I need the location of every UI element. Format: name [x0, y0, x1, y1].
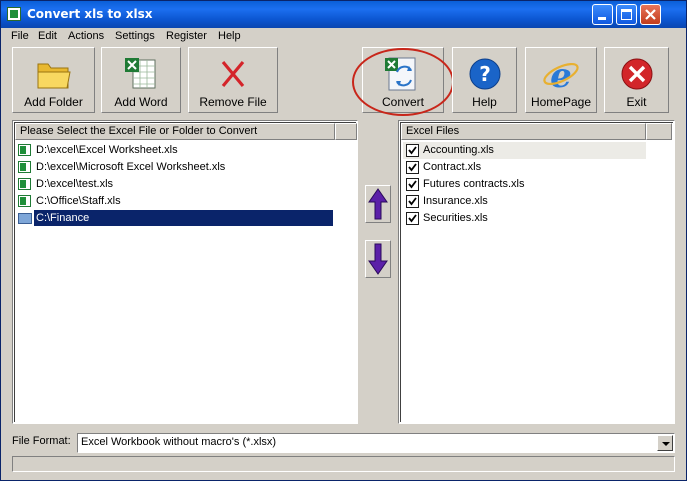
help-label: Help — [472, 95, 497, 109]
source-list-header-extra[interactable] — [335, 123, 357, 140]
add-word-label: Add Word — [114, 95, 168, 109]
internet-explorer-icon: e — [543, 56, 579, 94]
svg-text:e: e — [550, 56, 572, 94]
checkbox[interactable] — [406, 144, 419, 157]
menu-help[interactable]: Help — [218, 30, 241, 42]
checkbox[interactable] — [406, 212, 419, 225]
excel-file-icon — [18, 195, 31, 207]
help-button[interactable]: ? Help — [452, 47, 517, 113]
remove-file-label: Remove File — [199, 95, 267, 109]
move-up-button[interactable] — [365, 185, 391, 223]
check-icon — [408, 197, 417, 206]
arrow-down-icon — [368, 243, 388, 275]
list-item-selected[interactable]: C:\Finance — [17, 210, 333, 227]
excel-files-header[interactable]: Excel Files — [401, 123, 646, 140]
maximize-icon — [621, 9, 632, 20]
help-icon: ? — [469, 58, 500, 90]
minimize-button[interactable] — [592, 4, 613, 25]
excel-file-icon — [18, 144, 31, 156]
checkbox[interactable] — [406, 161, 419, 174]
menu-bar: File Edit Actions Settings Register Help — [1, 28, 686, 46]
source-list-header[interactable]: Please Select the Excel File or Folder t… — [15, 123, 335, 140]
menu-file[interactable]: File — [11, 30, 29, 42]
homepage-button[interactable]: e HomePage — [525, 47, 597, 113]
file-format-value: Excel Workbook without macro's (*.xlsx) — [81, 436, 277, 448]
list-item[interactable]: Accounting.xls — [403, 142, 646, 159]
excel-file-icon — [18, 178, 31, 190]
svg-text:?: ? — [479, 62, 491, 86]
excel-file-icon — [18, 161, 31, 173]
exit-icon — [621, 58, 652, 90]
app-icon — [7, 7, 21, 21]
menu-edit[interactable]: Edit — [38, 30, 57, 42]
exit-label: Exit — [626, 95, 647, 109]
title-bar[interactable]: Convert xls to xlsx — [1, 1, 686, 28]
close-button[interactable] — [640, 4, 661, 25]
arrow-up-icon — [368, 188, 388, 220]
check-icon — [408, 214, 417, 223]
chevron-down-icon[interactable] — [657, 435, 673, 451]
remove-x-icon — [221, 60, 245, 88]
check-icon — [408, 163, 417, 172]
remove-file-button[interactable]: Remove File — [188, 47, 278, 113]
excel-files-list[interactable]: Excel Files Accounting.xls Contract.xls … — [398, 120, 675, 424]
close-icon — [645, 9, 656, 20]
add-folder-label: Add Folder — [24, 95, 83, 109]
app-window: Convert xls to xlsx File Edit Actions Se… — [0, 0, 687, 481]
add-folder-button[interactable]: Add Folder — [12, 47, 95, 113]
minimize-icon — [598, 17, 606, 20]
source-file-list[interactable]: Please Select the Excel File or Folder t… — [12, 120, 358, 424]
check-icon — [408, 180, 417, 189]
check-icon — [408, 146, 417, 155]
exit-button[interactable]: Exit — [604, 47, 669, 113]
excel-sheet-icon — [125, 58, 156, 89]
status-bar — [12, 456, 675, 472]
folder-icon — [37, 63, 71, 89]
maximize-button[interactable] — [616, 4, 637, 25]
file-format-select[interactable]: Excel Workbook without macro's (*.xlsx) — [77, 433, 675, 453]
folder-icon — [18, 213, 32, 224]
add-word-button[interactable]: Add Word — [101, 47, 181, 113]
homepage-label: HomePage — [530, 95, 592, 109]
checkbox[interactable] — [406, 195, 419, 208]
excel-files-header-extra[interactable] — [646, 123, 672, 140]
menu-actions[interactable]: Actions — [68, 30, 104, 42]
convert-highlight-ring — [352, 48, 454, 116]
window-title: Convert xls to xlsx — [27, 7, 153, 21]
move-down-button[interactable] — [365, 240, 391, 278]
checkbox[interactable] — [406, 178, 419, 191]
menu-register[interactable]: Register — [166, 30, 207, 42]
file-format-label: File Format: — [12, 435, 71, 447]
menu-settings[interactable]: Settings — [115, 30, 155, 42]
